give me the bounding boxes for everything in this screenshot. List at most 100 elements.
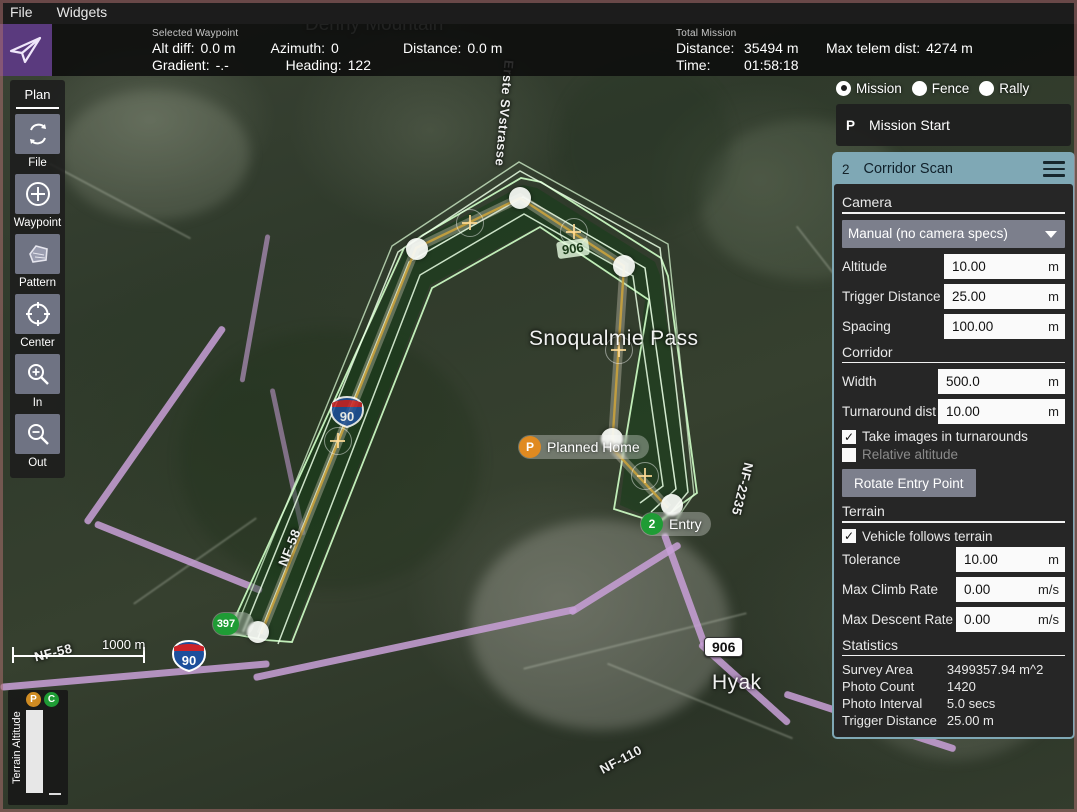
map-label-nf-110: NF-110 — [597, 742, 644, 777]
map-scale-bar: 1000 m — [12, 643, 147, 667]
input-max-descent-rate[interactable] — [962, 611, 1034, 628]
radio-label-mission: Mission — [856, 81, 902, 96]
selected-waypoint-block: Selected Waypoint Alt diff: 0.0 m Azimut… — [152, 28, 502, 74]
insert-waypoint-icon[interactable] — [324, 427, 352, 455]
input-spacing[interactable] — [950, 318, 1044, 335]
section-divider — [842, 521, 1065, 523]
rotate-entry-point-button[interactable]: Rotate Entry Point — [842, 469, 976, 497]
camera-select[interactable]: Manual (no camera specs) — [842, 220, 1065, 248]
input-altitude[interactable] — [950, 258, 1044, 275]
field-label-tolerance: Tolerance — [842, 547, 956, 572]
marker-planned-home[interactable]: P Planned Home — [518, 435, 649, 459]
field-box[interactable]: m — [944, 284, 1065, 309]
svg-text:90: 90 — [340, 409, 354, 424]
corridor-scan-index: 2 — [842, 162, 850, 177]
field-max-climb-rate: Max Climb Rate m/s — [842, 577, 1065, 602]
selected-waypoint-caption: Selected Waypoint — [152, 28, 502, 39]
menu-item-file[interactable]: File — [0, 2, 45, 22]
input-max-climb-rate[interactable] — [962, 581, 1034, 598]
stat-value-trigger-distance: 25.00 m — [947, 713, 1065, 729]
mission-start-index: P — [846, 118, 855, 133]
tool-button-center[interactable] — [15, 294, 60, 334]
insert-waypoint-icon[interactable] — [456, 209, 484, 237]
marker-label: Entry — [669, 516, 702, 532]
field-box[interactable]: m — [956, 547, 1065, 572]
unit-max-descent-rate: m/s — [1038, 612, 1059, 627]
waypoint-marker[interactable] — [509, 187, 531, 209]
alt-diff-value: 0.0 m — [201, 40, 263, 57]
plan-panel-title: Plan — [10, 83, 65, 107]
unit-altitude: m — [1048, 259, 1059, 274]
distance-label: Distance: — [403, 40, 461, 57]
radio-mission[interactable]: Mission — [836, 81, 902, 96]
current-position-badge: C — [44, 692, 59, 707]
tool-button-file[interactable] — [15, 114, 60, 154]
gradient-label: Gradient: — [152, 57, 210, 74]
field-box[interactable]: m/s — [956, 577, 1065, 602]
input-width[interactable] — [944, 373, 1044, 390]
corridor-scan-title: Corridor Scan — [864, 161, 1029, 177]
radio-circle-icon — [912, 81, 927, 96]
input-trigger-distance[interactable] — [950, 288, 1044, 305]
stat-label-photo-count: Photo Count — [842, 679, 937, 695]
checkbox-relative-altitude[interactable]: Relative altitude — [842, 447, 1065, 462]
stat-label-trigger-distance: Trigger Distance — [842, 713, 937, 729]
field-label-spacing: Spacing — [842, 314, 944, 339]
field-width: Width m — [842, 369, 1065, 394]
tool-label-pattern: Pattern — [10, 275, 65, 294]
alt-diff-label: Alt diff: — [152, 40, 195, 57]
marker-entry[interactable]: 2 Entry — [640, 512, 711, 536]
menu-item-widgets[interactable]: Widgets — [45, 2, 120, 22]
field-box[interactable]: m/s — [956, 607, 1065, 632]
zoom-out-icon — [25, 421, 51, 447]
tool-button-waypoint[interactable] — [15, 174, 60, 214]
tool-label-file: File — [10, 155, 65, 174]
plan-mode-radio-group: Mission Fence Rally — [830, 76, 1077, 100]
waypoint-marker[interactable] — [613, 255, 635, 277]
field-label-max-climb-rate: Max Climb Rate — [842, 577, 956, 602]
field-box[interactable]: m — [944, 254, 1065, 279]
section-divider — [842, 655, 1065, 657]
azimuth-value: 0 — [331, 40, 403, 57]
marker-label: Planned Home — [547, 439, 640, 455]
mission-distance-value: 35494 m — [744, 40, 826, 57]
field-box[interactable]: m — [938, 399, 1065, 424]
statistics-table: Survey Area 3499357.94 m^2 Photo Count 1… — [842, 662, 1065, 729]
input-turnaround-dist[interactable] — [944, 403, 1044, 420]
radio-fence[interactable]: Fence — [912, 81, 970, 96]
tool-button-zoom-out[interactable] — [15, 414, 60, 454]
checkbox-take-images-in-turnarounds[interactable]: ✓ Take images in turnarounds — [842, 429, 1065, 444]
field-box[interactable]: m — [938, 369, 1065, 394]
input-tolerance[interactable] — [962, 551, 1044, 568]
terrain-shade — [60, 90, 250, 220]
stat-label-survey-area: Survey Area — [842, 662, 937, 678]
mission-start-item[interactable]: P Mission Start — [836, 104, 1071, 146]
terrain-badges: P C — [26, 692, 59, 707]
corridor-scan-header[interactable]: 2 Corridor Scan — [834, 154, 1073, 184]
insert-waypoint-icon[interactable] — [605, 336, 633, 364]
terrain-altitude-widget[interactable]: Terrain Altitude P C — [8, 690, 68, 805]
waypoint-marker[interactable] — [406, 238, 428, 260]
heading-label: Heading: — [286, 57, 342, 74]
stat-value-photo-count: 1420 — [947, 679, 1065, 695]
terrain-altitude-label: Terrain Altitude — [11, 694, 23, 801]
tool-button-zoom-in[interactable] — [15, 354, 60, 394]
marker-badge: P — [519, 436, 541, 458]
hamburger-icon[interactable] — [1043, 161, 1065, 177]
total-mission-row-1: Distance: 35494 m Max telem dist: 4274 m — [676, 40, 973, 57]
scale-line — [12, 655, 145, 657]
insert-waypoint-icon[interactable] — [631, 462, 659, 490]
marker-waypoint-397[interactable]: 397 — [212, 612, 254, 636]
field-box[interactable]: m — [944, 314, 1065, 339]
crosshair-icon — [24, 300, 52, 328]
mission-distance-label: Distance: — [676, 40, 738, 57]
checkbox-vehicle-follows-terrain[interactable]: ✓ Vehicle follows terrain — [842, 529, 1065, 544]
field-label-max-descent-rate: Max Descent Rate — [842, 607, 956, 632]
checkbox-box-checked: ✓ — [842, 430, 856, 444]
unit-spacing: m — [1048, 319, 1059, 334]
tool-button-pattern[interactable] — [15, 234, 60, 274]
radio-rally[interactable]: Rally — [979, 81, 1029, 96]
field-max-descent-rate: Max Descent Rate m/s — [842, 607, 1065, 632]
sync-file-icon — [25, 121, 51, 147]
app-logo-button[interactable] — [0, 24, 52, 76]
